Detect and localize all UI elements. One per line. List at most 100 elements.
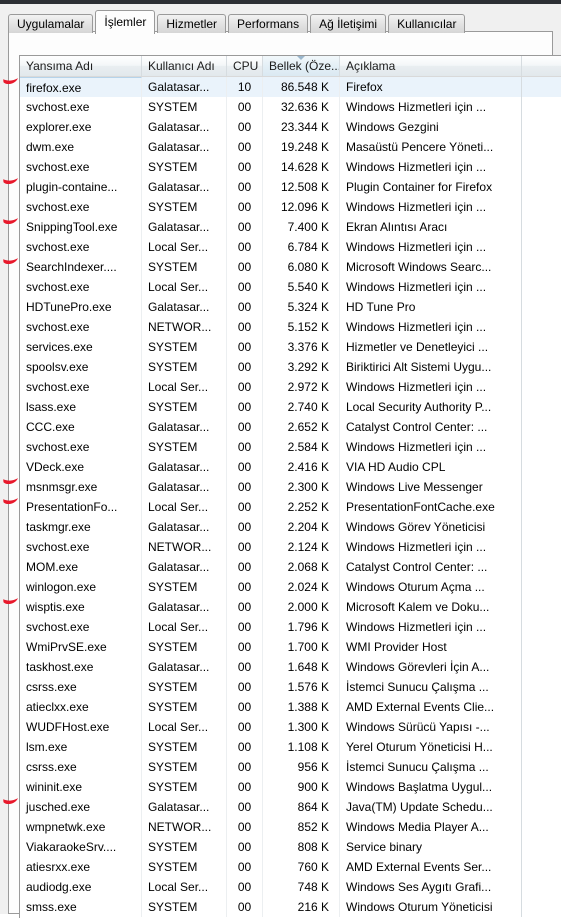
tab-4[interactable]: Ağ İletişimi bbox=[310, 14, 387, 33]
table-row[interactable]: svchost.exe SYSTEM 00 12.096 K Windows Hizme… bbox=[20, 197, 561, 217]
cell-pad bbox=[522, 257, 561, 277]
table-row[interactable]: SearchIndexer.... SYSTEM 00 6.080 K Microsof… bbox=[20, 257, 561, 277]
column-header-name[interactable]: Yansıma Adı bbox=[20, 56, 142, 76]
table-row[interactable]: svchost.exe Local Ser... 00 1.796 K Windows … bbox=[20, 617, 561, 637]
tab-3[interactable]: Performans bbox=[228, 14, 309, 33]
table-row[interactable]: jusched.exe Galatasar... 00 864 K Java(TM) U… bbox=[20, 797, 561, 817]
table-row[interactable]: smss.exe SYSTEM 00 216 K Windows Oturum Yöne… bbox=[20, 897, 561, 917]
cell-name: svchost.exe bbox=[20, 617, 142, 637]
table-row[interactable]: firefox.exe Galatasar... 10 86.548 K Firefox bbox=[20, 77, 561, 97]
table-row[interactable]: svchost.exe SYSTEM 00 14.628 K Windows Hizme… bbox=[20, 157, 561, 177]
cell-mem: 3.376 K bbox=[263, 337, 340, 357]
cell-user: NETWOR... bbox=[142, 817, 227, 837]
cell-name: svchost.exe bbox=[20, 317, 142, 337]
column-header-cpu[interactable]: CPU bbox=[227, 56, 263, 76]
table-row[interactable]: ViakaraokeSrv.... SYSTEM 00 808 K Service bi… bbox=[20, 837, 561, 857]
cell-cpu: 00 bbox=[227, 437, 263, 457]
table-row[interactable]: VDeck.exe Galatasar... 00 2.416 K VIA HD Aud… bbox=[20, 457, 561, 477]
process-list-view[interactable]: Yansıma Adı Kullanıcı Adı CPU Bellek (Öze..… bbox=[19, 55, 561, 918]
cell-mem: 19.248 K bbox=[263, 137, 340, 157]
cell-cpu: 00 bbox=[227, 117, 263, 137]
table-row[interactable]: svchost.exe Local Ser... 00 6.784 K Windows … bbox=[20, 237, 561, 257]
cell-pad bbox=[522, 437, 561, 457]
cell-pad bbox=[522, 537, 561, 557]
table-row[interactable]: taskhost.exe Galatasar... 00 1.648 K Windows… bbox=[20, 657, 561, 677]
table-row[interactable]: wininit.exe SYSTEM 00 900 K Windows Başlatma… bbox=[20, 777, 561, 797]
table-row[interactable]: atiesrxx.exe SYSTEM 00 760 K AMD External Ev… bbox=[20, 857, 561, 877]
cell-mem: 2.584 K bbox=[263, 437, 340, 457]
cell-user: Local Ser... bbox=[142, 717, 227, 737]
cell-desc: Microsoft Kalem ve Doku... bbox=[340, 597, 522, 617]
cell-mem: 5.324 K bbox=[263, 297, 340, 317]
cell-mem: 2.972 K bbox=[263, 377, 340, 397]
cell-pad bbox=[522, 717, 561, 737]
table-row[interactable]: svchost.exe Local Ser... 00 2.972 K Windows … bbox=[20, 377, 561, 397]
column-header-mem[interactable]: Bellek (Öze... bbox=[263, 56, 340, 76]
table-row[interactable]: winlogon.exe SYSTEM 00 2.024 K Windows Oturu… bbox=[20, 577, 561, 597]
tab-2[interactable]: Hizmetler bbox=[157, 14, 227, 33]
table-row[interactable]: lsm.exe SYSTEM 00 1.108 K Yerel Oturum Yönet… bbox=[20, 737, 561, 757]
table-row[interactable]: audiodg.exe Local Ser... 00 748 K Windows Se… bbox=[20, 877, 561, 897]
cell-mem: 5.152 K bbox=[263, 317, 340, 337]
process-list-body[interactable]: firefox.exe Galatasar... 10 86.548 K Firefox… bbox=[20, 77, 561, 917]
table-row[interactable]: lsass.exe SYSTEM 00 2.740 K Local Security A… bbox=[20, 397, 561, 417]
cell-desc: Windows Görev Yöneticisi bbox=[340, 517, 522, 537]
column-header-pad[interactable] bbox=[522, 56, 561, 76]
table-row[interactable]: HDTunePro.exe Galatasar... 00 5.324 K HD Tun… bbox=[20, 297, 561, 317]
table-row[interactable]: wmpnetwk.exe NETWOR... 00 852 K Windows Medi… bbox=[20, 817, 561, 837]
cell-cpu: 00 bbox=[227, 677, 263, 697]
table-row[interactable]: wisptis.exe Galatasar... 00 2.000 K Microsof… bbox=[20, 597, 561, 617]
cell-pad bbox=[522, 277, 561, 297]
cell-pad bbox=[522, 337, 561, 357]
table-row[interactable]: csrss.exe SYSTEM 00 956 K İstemci Sunucu Çal… bbox=[20, 757, 561, 777]
column-header-user[interactable]: Kullanıcı Adı bbox=[142, 56, 227, 76]
table-row[interactable]: services.exe SYSTEM 00 3.376 K Hizmetler ve … bbox=[20, 337, 561, 357]
table-row[interactable]: SnippingTool.exe Galatasar... 00 7.400 K Ekr… bbox=[20, 217, 561, 237]
table-row[interactable]: WUDFHost.exe Local Ser... 00 1.300 K Windows… bbox=[20, 717, 561, 737]
cell-mem: 1.108 K bbox=[263, 737, 340, 757]
cell-desc: AMD External Events Clie... bbox=[340, 697, 522, 717]
process-list-header[interactable]: Yansıma Adı Kullanıcı Adı CPU Bellek (Öze..… bbox=[20, 56, 561, 77]
cell-name: wmpnetwk.exe bbox=[20, 817, 142, 837]
table-row[interactable]: svchost.exe Local Ser... 00 5.540 K Windows … bbox=[20, 277, 561, 297]
cell-cpu: 00 bbox=[227, 137, 263, 157]
cell-pad bbox=[522, 237, 561, 257]
cell-desc: Windows Hizmetleri için ... bbox=[340, 277, 522, 297]
cell-name: lsm.exe bbox=[20, 737, 142, 757]
table-row[interactable]: svchost.exe NETWOR... 00 2.124 K Windows Hiz… bbox=[20, 537, 561, 557]
table-row[interactable]: svchost.exe SYSTEM 00 32.636 K Windows Hizme… bbox=[20, 97, 561, 117]
cell-cpu: 00 bbox=[227, 277, 263, 297]
table-row[interactable]: dwm.exe Galatasar... 00 19.248 K Masaüstü Pe… bbox=[20, 137, 561, 157]
cell-pad bbox=[522, 617, 561, 637]
table-row[interactable]: svchost.exe SYSTEM 00 2.584 K Windows Hizmet… bbox=[20, 437, 561, 457]
table-row[interactable]: msnmsgr.exe Galatasar... 00 2.300 K Windows … bbox=[20, 477, 561, 497]
table-row[interactable]: PresentationFo... Local Ser... 00 2.252 K Pr… bbox=[20, 497, 561, 517]
cell-name: csrss.exe bbox=[20, 677, 142, 697]
tab-5[interactable]: Kullanıcılar bbox=[388, 14, 466, 33]
table-row[interactable]: WmiPrvSE.exe SYSTEM 00 1.700 K WMI Provider … bbox=[20, 637, 561, 657]
cell-name: svchost.exe bbox=[20, 277, 142, 297]
cell-pad bbox=[522, 317, 561, 337]
cell-user: Galatasar... bbox=[142, 797, 227, 817]
cell-user: NETWOR... bbox=[142, 317, 227, 337]
table-row[interactable]: spoolsv.exe SYSTEM 00 3.292 K Biriktirici Al… bbox=[20, 357, 561, 377]
cell-pad bbox=[522, 137, 561, 157]
table-row[interactable]: CCC.exe Galatasar... 00 2.652 K Catalyst Con… bbox=[20, 417, 561, 437]
cell-pad bbox=[522, 457, 561, 477]
tab-strip: Uygulamalar İşlemler Hizmetler Performans Ağ… bbox=[8, 8, 467, 34]
table-row[interactable]: csrss.exe SYSTEM 00 1.576 K İstemci Sunucu Ç… bbox=[20, 677, 561, 697]
table-row[interactable]: svchost.exe NETWOR... 00 5.152 K Windows Hiz… bbox=[20, 317, 561, 337]
cell-mem: 2.416 K bbox=[263, 457, 340, 477]
table-row[interactable]: taskmgr.exe Galatasar... 00 2.204 K Windows … bbox=[20, 517, 561, 537]
table-row[interactable]: explorer.exe Galatasar... 00 23.344 K Window… bbox=[20, 117, 561, 137]
cell-desc: VIA HD Audio CPL bbox=[340, 457, 522, 477]
table-row[interactable]: atieclxx.exe SYSTEM 00 1.388 K AMD External … bbox=[20, 697, 561, 717]
table-row[interactable]: MOM.exe Galatasar... 00 2.068 K Catalyst Con… bbox=[20, 557, 561, 577]
tab-1[interactable]: İşlemler bbox=[95, 10, 156, 34]
tab-0[interactable]: Uygulamalar bbox=[8, 14, 94, 33]
table-row[interactable]: plugin-containe... Galatasar... 00 12.508 K… bbox=[20, 177, 561, 197]
cell-user: Galatasar... bbox=[142, 137, 227, 157]
column-header-desc[interactable]: Açıklama bbox=[340, 56, 522, 76]
cell-mem: 12.508 K bbox=[263, 177, 340, 197]
cell-name: jusched.exe bbox=[20, 797, 142, 817]
